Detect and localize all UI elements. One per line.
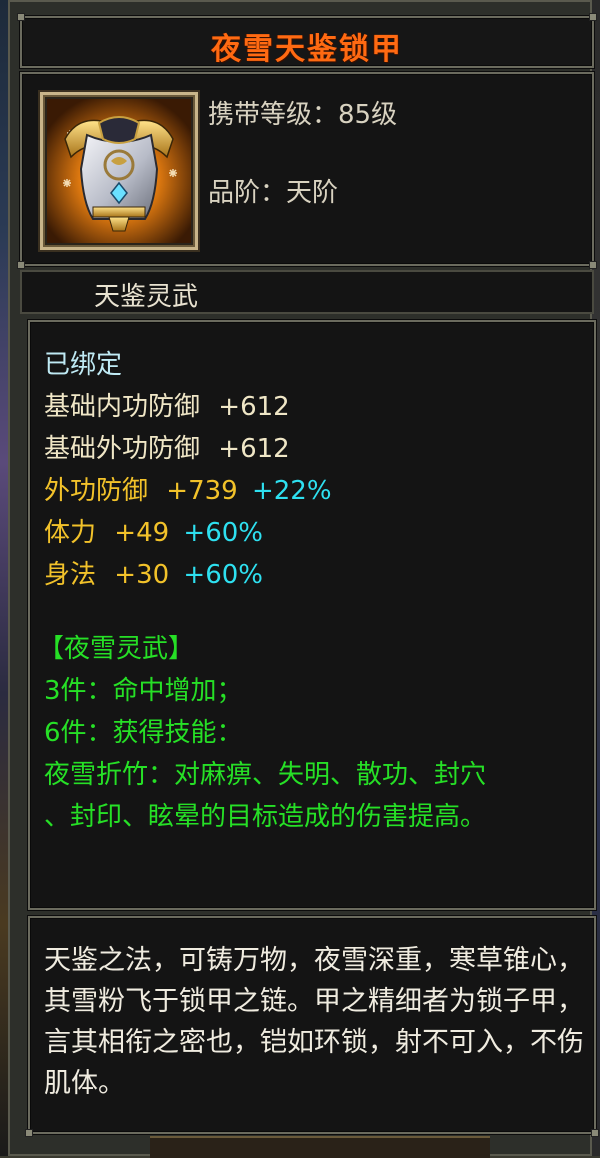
frame-corner: [25, 1129, 33, 1137]
stat-label: 基础内功防御: [44, 392, 201, 422]
stat-value: +612: [218, 434, 290, 464]
set-skill-line-1: 夜雪折竹：对麻痹、失明、散功、封穴: [44, 760, 487, 790]
stat-percent: +22%: [251, 476, 332, 506]
stat-value: +30: [114, 560, 170, 590]
frame-corner: [17, 261, 25, 269]
set-bonus-header: 【夜雪灵武】: [38, 634, 195, 664]
stat-value: +49: [114, 518, 170, 548]
set-skill-line-2: 、封印、眩晕的目标造成的伤害提高。: [44, 802, 487, 832]
set-bonus-3piece: 3件：命中增加；: [44, 676, 243, 706]
stat-label: 外功防御: [44, 476, 149, 506]
stat-label: 基础外功防御: [44, 434, 201, 464]
set-name-row: 天鉴灵武: [20, 270, 594, 314]
frame-corner: [589, 13, 597, 21]
frame-corner: [591, 1129, 599, 1137]
stat-agility: 身法 +30 +60%: [44, 554, 263, 591]
background-ui-strip: [150, 1136, 490, 1158]
armor-chestplate-icon: [47, 99, 191, 243]
bound-status: 已绑定: [44, 350, 123, 380]
item-grade: 品阶：天阶: [208, 178, 339, 208]
item-icon-slot[interactable]: [40, 92, 198, 250]
description-panel: 天鉴之法，可铸万物，夜雪深重，寒草锥心，其雪粉飞于锁甲之链。甲之精细者为锁子甲，…: [25, 916, 599, 1137]
set-name: 天鉴灵武: [94, 282, 199, 312]
stat-value: +612: [218, 392, 290, 422]
frame-corner: [17, 13, 25, 21]
stat-base-outer-defense: 基础外功防御 +612: [44, 428, 290, 465]
set-bonus-6piece: 6件：获得技能：: [44, 718, 243, 748]
carry-level: 携带等级：85级: [208, 100, 398, 130]
stat-base-inner-defense: 基础内功防御 +612: [44, 386, 290, 423]
stat-label: 体力: [44, 518, 97, 548]
stat-percent: +60%: [183, 560, 263, 590]
stat-value: +739: [166, 476, 238, 506]
title-bar: 夜雪天鉴锁甲: [17, 13, 597, 68]
stat-label: 身法: [44, 560, 97, 590]
item-title: 夜雪天鉴锁甲: [211, 32, 403, 67]
frame-corner: [589, 261, 597, 269]
item-header: 携带等级：85级 品阶：天阶: [17, 72, 597, 269]
stat-stamina: 体力 +49 +60%: [44, 512, 263, 549]
stat-outer-defense: 外功防御 +739 +22%: [44, 470, 332, 507]
stat-percent: +60%: [183, 518, 263, 548]
item-tooltip: 夜雪天鉴锁甲 携带等级：85级 品阶：天阶 天鉴灵武 已绑定 基础内功防御 +6…: [8, 0, 599, 1156]
item-description: 天鉴之法，可铸万物，夜雪深重，寒草锥心，其雪粉飞于锁甲之链。甲之精细者为锁子甲，…: [44, 945, 584, 1099]
stats-panel: 已绑定 基础内功防御 +612 基础外功防御 +612 外功防御 +739 +2…: [28, 320, 596, 910]
